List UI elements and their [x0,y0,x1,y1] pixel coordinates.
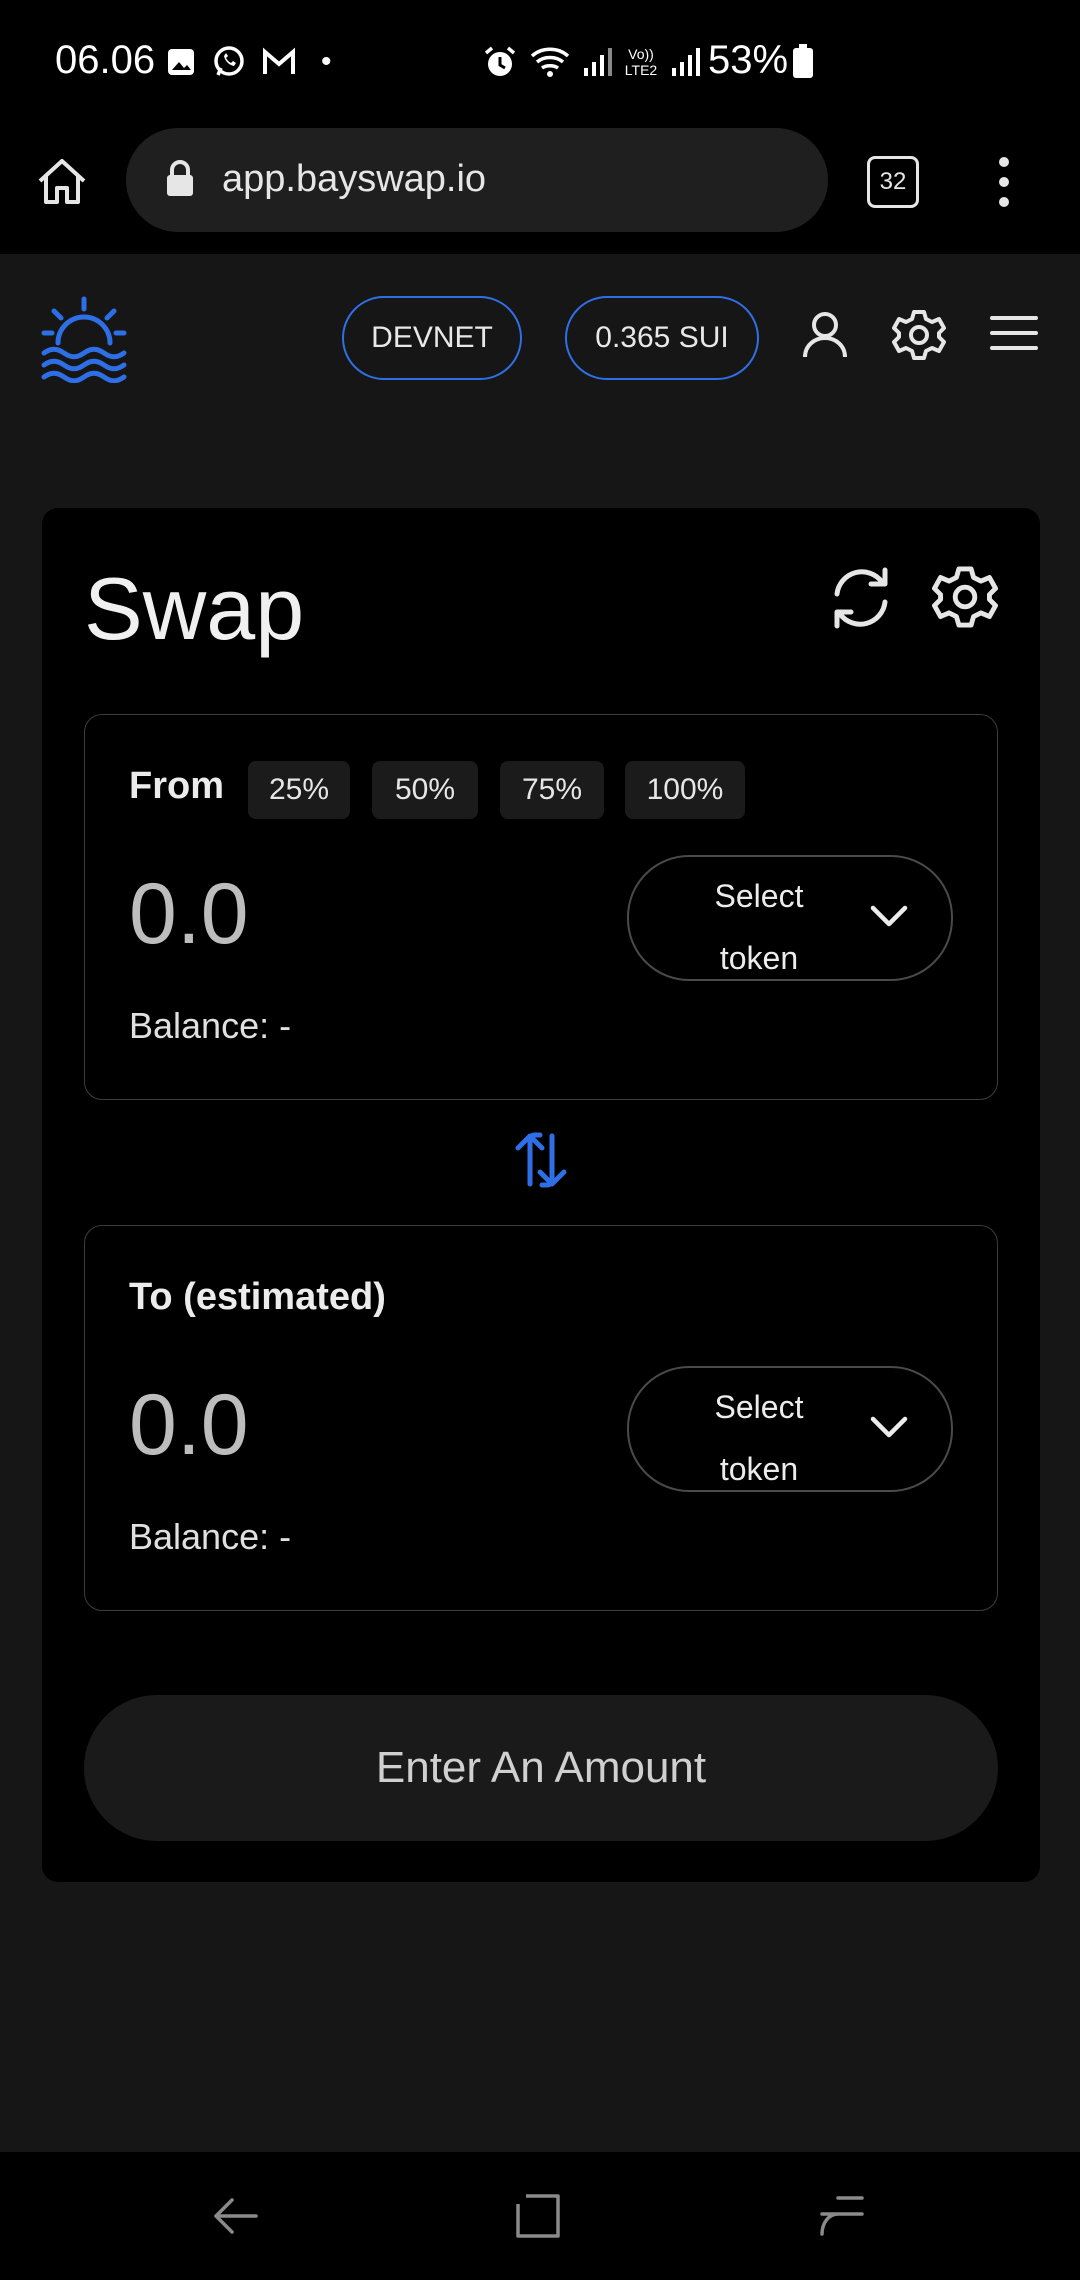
network-badge[interactable]: DEVNET [342,296,522,380]
to-select-token-button[interactable]: Select token [627,1366,953,1492]
bayswap-logo-icon[interactable] [40,295,128,383]
select-token-label: Select token [714,1389,804,1487]
settings-gear-icon[interactable] [892,308,946,362]
battery: 53% [708,38,814,83]
swap-settings-icon[interactable] [932,564,998,630]
volte-icon: Vo)) LTE2 [624,46,658,78]
wallet-balance-button[interactable]: 0.365 SUI [565,296,759,380]
browser-toolbar: app.bayswap.io 32 [0,128,1080,254]
from-balance: Balance: - [129,1005,292,1046]
tab-switcher-button[interactable]: 32 [867,156,919,208]
from-label: From [129,765,224,807]
overflow-menu-icon[interactable] [994,154,1014,210]
recents-icon[interactable] [818,2192,866,2240]
signal-icon [672,48,700,76]
url-text: app.bayswap.io [222,158,487,200]
percent-75-button[interactable]: 75% [500,761,604,819]
percent-25-button[interactable]: 25% [248,761,350,819]
battery-percent: 53% [708,38,789,82]
whatsapp-icon [214,46,244,76]
user-icon[interactable] [800,310,850,360]
system-icons: Vo)) LTE2 [482,44,700,80]
chevron-down-icon [870,1416,908,1438]
to-amount-output: 0.0 [129,1377,249,1473]
to-panel: To (estimated) 0.0 Balance: - Select tok… [84,1225,998,1611]
to-label: To (estimated) [129,1276,386,1318]
page-title: Swap [84,559,305,658]
from-amount-input[interactable]: 0.0 [129,865,249,964]
battery-icon [793,43,814,78]
notification-icons: • [165,44,332,80]
hamburger-menu-icon[interactable] [990,313,1038,353]
alarm-icon [484,46,516,76]
status-bar: 06.06 • Vo)) LTE2 53% [0,0,1080,128]
refresh-icon[interactable] [827,564,895,632]
wifi-icon [530,47,570,77]
back-icon[interactable] [212,2194,260,2238]
percent-100-button[interactable]: 100% [625,761,745,819]
from-panel: From 25% 50% 75% 100% 0.0 Balance: - Sel… [84,714,998,1100]
home-icon[interactable] [34,154,90,210]
select-token-label: Select token [714,878,804,976]
enter-amount-button[interactable]: Enter An Amount [84,1695,998,1841]
status-time: 06.06 [55,38,156,82]
chevron-down-icon [870,905,908,927]
from-select-token-button[interactable]: Select token [627,855,953,981]
gallery-icon [168,49,194,75]
status-dot: • [321,45,332,78]
lock-icon [167,160,193,196]
home-nav-icon[interactable] [514,2192,562,2240]
gmail-icon [263,47,295,74]
percent-50-button[interactable]: 50% [372,761,478,819]
switch-direction-icon[interactable] [512,1130,570,1190]
url-bar[interactable]: app.bayswap.io [126,128,828,232]
to-balance: Balance: - [129,1516,292,1557]
signal-icon [584,48,612,76]
swap-card: Swap From 25% 50% 75% 100% 0.0 Balance: … [42,508,1040,1882]
android-nav-bar [0,2152,1080,2280]
